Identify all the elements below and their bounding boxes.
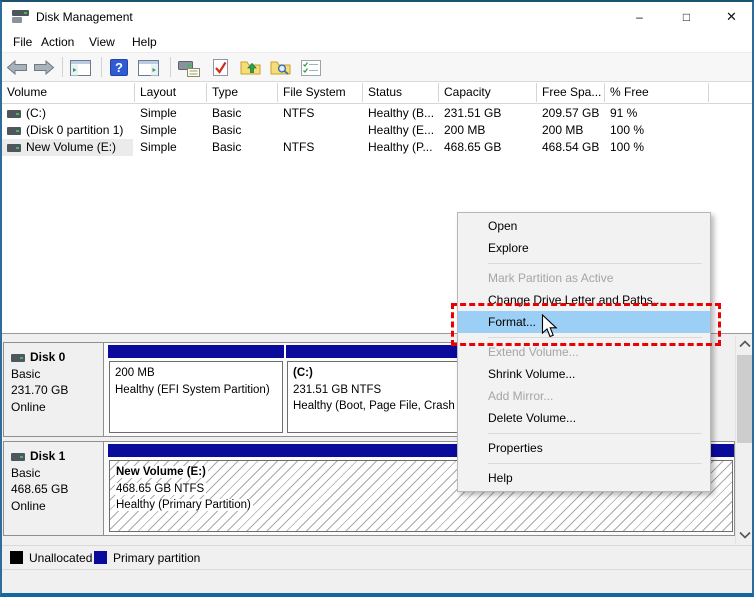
disk-icon [11,453,25,461]
scroll-down-icon[interactable] [736,527,753,543]
menu-item-open[interactable]: Open [458,215,710,237]
toolbar-separator [62,57,63,77]
unallocated-swatch [10,551,23,564]
menu-action[interactable]: Action [37,34,78,51]
toolbar: ? [2,52,752,82]
header-filler [709,83,752,102]
window-title: Disk Management [36,10,133,24]
status-bar [2,569,752,593]
menu-item-shrink-volume[interactable]: Shrink Volume... [458,363,710,385]
header-pct-free[interactable]: % Free [605,83,709,102]
format-annotation-box [451,303,721,346]
menu-item-add-mirror: Add Mirror... [458,385,710,407]
menu-separator [488,463,702,464]
menu-help[interactable]: Help [128,34,161,51]
device-properties-icon[interactable] [176,56,202,79]
menu-separator [488,433,702,434]
primary-partition-swatch [94,551,107,564]
volume-row-c[interactable]: (C:) Simple Basic NTFS Healthy (B... 231… [2,105,752,122]
legend-unallocated: Unallocated [29,551,92,565]
title-bar: Disk Management – □ ✕ [2,2,752,32]
back-icon[interactable] [4,56,30,79]
menu-item-properties[interactable]: Properties [458,437,710,459]
volume-list-header: Volume Layout Type File System Status Ca… [2,83,752,104]
header-capacity[interactable]: Capacity [439,83,537,102]
header-type[interactable]: Type [207,83,278,102]
close-button[interactable]: ✕ [709,2,754,32]
menu-file[interactable]: File [9,34,36,51]
context-menu: Open Explore Mark Partition as Active Ch… [457,212,711,492]
menu-item-help[interactable]: Help [458,467,710,489]
header-file-system[interactable]: File System [278,83,363,102]
header-layout[interactable]: Layout [135,83,207,102]
disk0-label[interactable]: Disk 0 Basic 231.70 GB Online [4,343,104,436]
legend-primary-partition: Primary partition [113,551,200,565]
console-tree-icon[interactable] [67,56,93,79]
menu-separator [488,263,702,264]
menu-item-delete-volume[interactable]: Delete Volume... [458,407,710,429]
action-pane-icon[interactable] [135,56,161,79]
menu-item-mark-partition-active: Mark Partition as Active [458,267,710,289]
menu-view[interactable]: View [85,34,119,51]
folder-up-icon[interactable] [237,56,263,79]
mouse-cursor [541,314,558,341]
volume-icon [7,110,21,118]
menu-item-explore[interactable]: Explore [458,237,710,259]
disk-icon [11,354,25,362]
disk-management-window: Disk Management – □ ✕ File Action View H… [0,0,754,597]
minimize-button[interactable]: – [617,2,662,32]
validate-icon[interactable] [207,56,233,79]
volume-icon [7,127,21,135]
partition-color-bar [108,345,284,358]
vertical-scrollbar[interactable] [735,336,753,544]
header-status[interactable]: Status [363,83,439,102]
disk-management-app-icon [12,9,29,24]
svg-text:?: ? [115,60,123,75]
disk0-efi-partition[interactable]: 200 MB Healthy (EFI System Partition) [108,344,284,435]
maximize-button[interactable]: □ [664,2,709,32]
volume-row-new-volume-e[interactable]: New Volume (E:) Simple Basic NTFS Health… [2,139,752,156]
folder-find-icon[interactable] [267,56,293,79]
volume-icon [7,144,21,152]
help-icon[interactable]: ? [106,56,132,79]
task-list-icon[interactable] [298,56,324,79]
toolbar-separator [101,57,102,77]
scrollbar-thumb[interactable] [737,355,752,443]
header-free-space[interactable]: Free Spa... [537,83,605,102]
volume-row-disk0-partition1[interactable]: (Disk 0 partition 1) Simple Basic Health… [2,122,752,139]
scroll-up-icon[interactable] [736,336,753,352]
header-volume[interactable]: Volume [2,83,135,102]
legend-bar: Unallocated Primary partition [2,545,752,569]
forward-icon[interactable] [31,56,57,79]
menu-bar: File Action View Help [2,32,752,52]
disk1-label[interactable]: Disk 1 Basic 468.65 GB Online [4,442,104,535]
toolbar-separator [170,57,171,77]
